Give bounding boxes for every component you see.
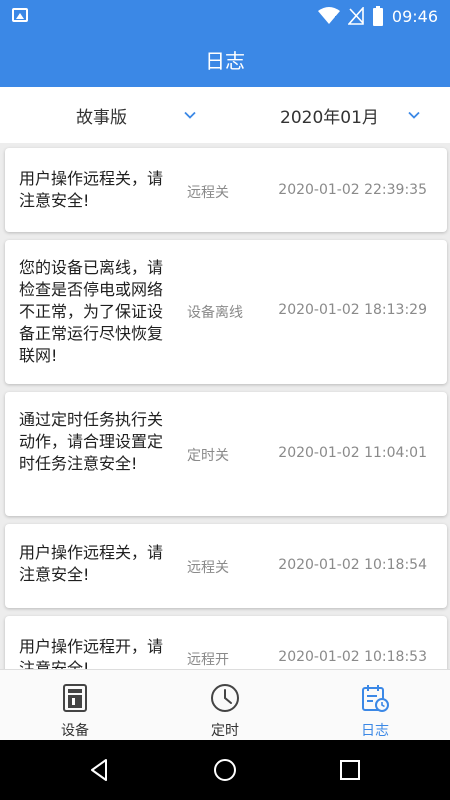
- status-bar: 09:46: [0, 0, 450, 32]
- tab-log-label: 日志: [361, 723, 389, 739]
- log-time: 2020-01-02 22:39:35: [278, 182, 427, 198]
- tab-device-label: 设备: [61, 723, 89, 739]
- system-nav-bar: [0, 740, 450, 800]
- image-notification-icon: [12, 8, 28, 22]
- log-time: 2020-01-02 18:13:29: [278, 302, 427, 318]
- log-message: 用户操作远程关，请注意安全!: [19, 543, 164, 584]
- log-type: 远程关: [187, 185, 229, 201]
- clock-icon: [211, 684, 239, 712]
- log-item[interactable]: 用户操作远程开，请注意安全! 远程开 2020-01-02 10:18:53: [5, 616, 447, 669]
- log-item[interactable]: 通过定时任务执行关动作，请合理设置定时任务注意安全! 定时关 2020-01-0…: [5, 392, 447, 516]
- back-icon[interactable]: [86, 756, 114, 784]
- tab-timer-label: 定时: [211, 723, 239, 739]
- recents-icon[interactable]: [336, 756, 364, 784]
- log-item[interactable]: 用户操作远程关，请注意安全! 远程关 2020-01-02 10:18:54: [5, 524, 447, 608]
- clock-time: 09:46: [391, 6, 438, 26]
- status-icons: 09:46: [317, 6, 438, 26]
- log-message: 您的设备已离线，请检查是否停电或网络不正常，为了保证设备正常运行尽快恢复联网!: [19, 258, 164, 365]
- bottom-tab-bar: 设备 定时 日志: [0, 669, 450, 740]
- log-list[interactable]: 用户操作远程关，请注意安全! 远程关 2020-01-02 22:39:35 您…: [0, 143, 450, 669]
- story-filter-dropdown[interactable]: 故事版: [76, 87, 216, 143]
- tab-device[interactable]: 设备: [0, 670, 150, 741]
- story-filter-label: 故事版: [76, 107, 127, 128]
- log-type: 远程关: [187, 560, 229, 576]
- chevron-down-icon: [408, 111, 420, 119]
- calendar-log-icon: [362, 685, 389, 712]
- log-time: 2020-01-02 10:18:54: [278, 557, 427, 573]
- log-message: 用户操作远程关，请注意安全!: [19, 169, 164, 210]
- log-item[interactable]: 您的设备已离线，请检查是否停电或网络不正常，为了保证设备正常运行尽快恢复联网! …: [5, 240, 447, 384]
- chevron-down-icon: [184, 111, 196, 119]
- page-title: 日志: [205, 49, 245, 73]
- wifi-icon: [317, 7, 340, 24]
- log-type: 远程开: [187, 652, 229, 668]
- log-item[interactable]: 用户操作远程关，请注意安全! 远程关 2020-01-02 22:39:35: [5, 148, 447, 232]
- home-icon[interactable]: [211, 756, 239, 784]
- tab-timer[interactable]: 定时: [150, 670, 300, 741]
- device-icon: [63, 684, 87, 712]
- month-filter-dropdown[interactable]: 2020年01月: [280, 87, 440, 143]
- signal-off-icon: [347, 7, 364, 25]
- app-bar: 日志: [0, 32, 450, 87]
- log-type: 定时关: [187, 448, 229, 464]
- log-time: 2020-01-02 10:18:53: [278, 649, 427, 665]
- month-filter-label: 2020年01月: [280, 107, 379, 128]
- log-message: 用户操作远程开，请注意安全!: [19, 637, 164, 669]
- log-message: 通过定时任务执行关动作，请合理设置定时任务注意安全!: [19, 410, 164, 473]
- tab-log[interactable]: 日志: [300, 670, 450, 741]
- log-type: 设备离线: [187, 305, 243, 321]
- filter-bar: 故事版 2020年01月: [0, 87, 450, 143]
- log-time: 2020-01-02 11:04:01: [278, 445, 427, 461]
- battery-icon: [372, 6, 383, 26]
